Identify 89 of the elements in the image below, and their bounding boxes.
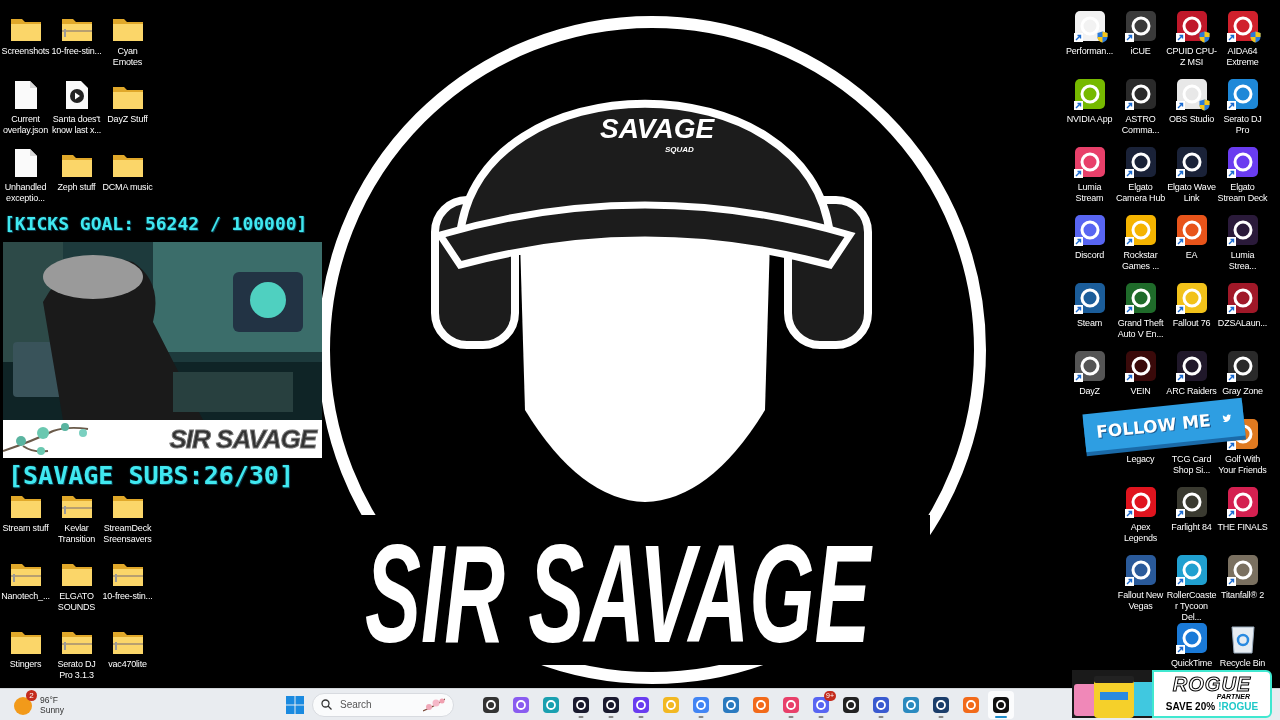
folder-icon (60, 561, 93, 587)
icon-label[interactable]: DCMA music (102, 182, 153, 193)
icon-label[interactable]: Unhandled exceptio... (0, 182, 51, 204)
offer-text: SAVE 20% (1165, 701, 1216, 713)
icon-label[interactable]: Current overlay.json (0, 114, 51, 136)
icon-label[interactable]: Gray Zone (1217, 386, 1268, 397)
icon-label[interactable]: Lumia Strea... (1217, 250, 1268, 272)
taskbar-app-button[interactable] (988, 690, 1014, 719)
zip-folder-icon (111, 629, 144, 655)
zip-folder-icon (9, 561, 42, 587)
folder-icon (111, 16, 144, 42)
icon-label[interactable]: Farlight 84 (1166, 522, 1217, 533)
icon-label[interactable]: VEIN (1115, 386, 1166, 397)
icon-label[interactable]: Performan... (1064, 46, 1115, 57)
icon-label[interactable]: Recycle Bin (1217, 658, 1268, 669)
subs-counter: [SAVAGE SUBS:26/30] (8, 461, 294, 491)
icon-label[interactable]: vac470lite (102, 659, 153, 670)
icon-label[interactable]: 10-free-stin... (102, 591, 153, 602)
icon-label[interactable]: Stingers (0, 659, 51, 670)
icon-label[interactable]: ARC Raiders (1166, 386, 1217, 397)
icon-label[interactable]: Cyan Emotes (102, 46, 153, 68)
icon-label[interactable]: TCG Card Shop Si... (1166, 454, 1217, 476)
folder-icon (9, 493, 42, 519)
icon-label[interactable]: DayZ Stuff (102, 114, 153, 125)
icon-label[interactable]: NVIDIA App (1064, 114, 1115, 125)
icon-label[interactable]: Elgato Wave Link (1166, 182, 1217, 204)
icon-label[interactable]: DayZ (1064, 386, 1115, 397)
icon-label[interactable]: Rockstar Games ... (1115, 250, 1166, 272)
icon-label[interactable]: AIDA64 Extreme (1217, 46, 1268, 68)
banner-title: SIR SAVAGE (169, 423, 316, 455)
icon-label[interactable]: Steam (1064, 318, 1115, 329)
icon-label[interactable]: Legacy (1115, 454, 1166, 465)
icon-label[interactable]: Discord (1064, 250, 1115, 261)
icon-label[interactable]: Fallout New Vegas (1115, 590, 1166, 612)
document-icon (13, 148, 38, 178)
document-icon (13, 80, 38, 110)
folder-icon (111, 493, 144, 519)
icon-label[interactable]: Golf With Your Friends (1217, 454, 1268, 476)
icon-label[interactable]: QuickTime (1166, 658, 1217, 669)
follow-text: FOLLOW ME (1095, 410, 1212, 443)
icon-label[interactable]: THE FINALS (1217, 522, 1268, 533)
zip-folder-icon (111, 561, 144, 587)
cap-subtext: SQUAD (665, 145, 694, 154)
icon-label[interactable]: Apex Legends (1115, 522, 1166, 544)
goal-counter: [KICKS GOAL: 56242 / 100000] (4, 212, 308, 236)
icon-label[interactable]: Fallout 76 (1166, 318, 1217, 329)
icon-label[interactable]: ASTRO Comma... (1115, 114, 1166, 136)
icon-label[interactable]: iCUE (1115, 46, 1166, 57)
icon-label[interactable]: Santa does't know last x... (51, 114, 102, 136)
icon-label[interactable]: Stream stuff (0, 523, 51, 534)
icon-label[interactable]: CPUID CPU-Z MSI (1166, 46, 1217, 68)
search-icon (321, 699, 332, 710)
icon-label[interactable]: Lumia Stream (1064, 182, 1115, 204)
icon-label[interactable]: 10-free-stin... (51, 46, 102, 57)
icon-label[interactable]: Nanotech_... (0, 591, 51, 602)
icon-label[interactable]: Kevlar Transition (51, 523, 102, 545)
search-field[interactable]: Search (312, 692, 454, 717)
brand-name: ROGUE (1172, 675, 1252, 693)
zip-folder-icon (60, 16, 93, 42)
folder-icon (9, 629, 42, 655)
icon-label[interactable]: StreamDeck Sreensavers (102, 523, 153, 545)
cap-text: SAVAGE (600, 113, 715, 144)
weather-condition: Sunny (40, 704, 65, 715)
folder-icon (111, 152, 144, 178)
icon-label[interactable]: OBS Studio (1166, 114, 1217, 125)
zip-folder-icon (60, 493, 93, 519)
icon-label[interactable]: EA (1166, 250, 1217, 261)
icon-label[interactable]: DZSALaun... (1217, 318, 1268, 329)
icon-label[interactable]: RollerCoaster Tycoon Del... (1166, 590, 1217, 623)
folder-icon (111, 84, 144, 110)
promo-code: !ROGUE (1218, 701, 1259, 713)
icon-label[interactable]: Serato DJ Pro 3.1.3 (51, 659, 102, 681)
icon-label[interactable]: Titanfall® 2 (1217, 590, 1268, 601)
notification-badge: 2 (26, 689, 37, 701)
icon-label[interactable]: Screenshots (0, 46, 51, 57)
temperature-text: 96°F (40, 694, 60, 705)
icon-label[interactable]: ELGATO SOUNDS (51, 591, 102, 613)
blossom-icon (423, 696, 445, 713)
folder-icon (9, 16, 42, 42)
folder-icon (60, 152, 93, 178)
windows-logo-icon (286, 695, 304, 714)
icon-label[interactable]: Serato DJ Pro (1217, 114, 1268, 136)
media-file-icon (64, 80, 89, 110)
icon-label[interactable]: Zeph stuff (51, 182, 102, 193)
logo-title: SIR SAVAGE (365, 514, 871, 672)
icon-label[interactable]: Grand Theft Auto V En... (1115, 318, 1166, 340)
icon-label[interactable]: Elgato Stream Deck (1217, 182, 1268, 204)
zip-folder-icon (60, 629, 93, 655)
icon-label[interactable]: Elgato Camera Hub (1115, 182, 1166, 204)
